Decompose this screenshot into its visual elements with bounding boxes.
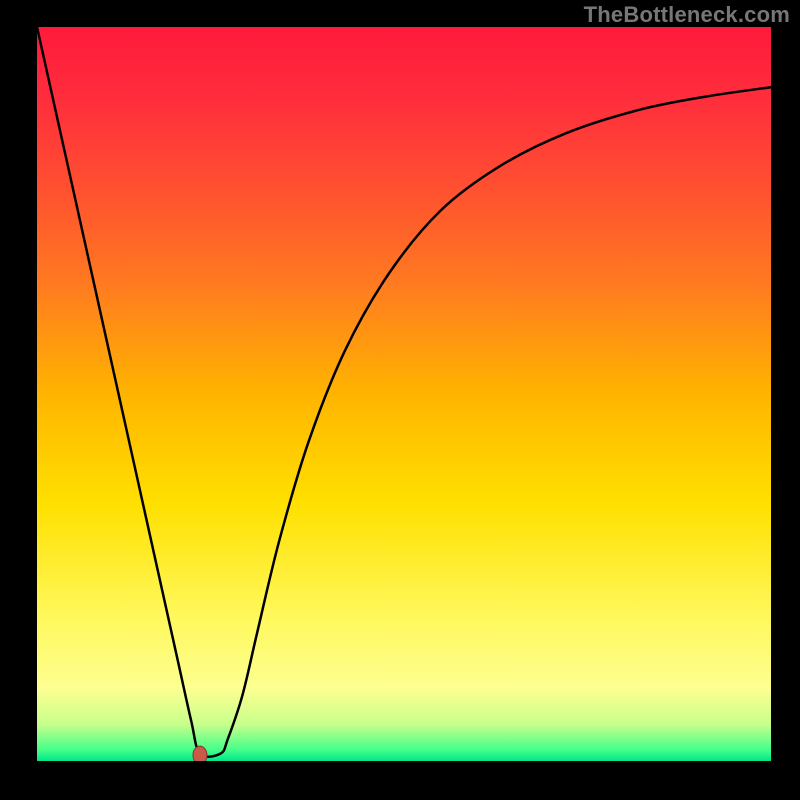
chart-container: TheBottleneck.com — [0, 0, 800, 800]
watermark-label: TheBottleneck.com — [584, 2, 790, 28]
gradient-background — [37, 27, 771, 761]
chart-svg — [37, 27, 771, 761]
optimum-marker — [193, 746, 207, 761]
plot-area — [31, 27, 771, 767]
